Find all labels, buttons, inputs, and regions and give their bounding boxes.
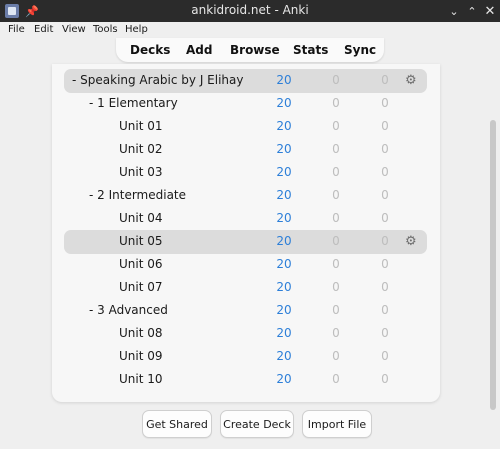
toolbar-stats-button[interactable]: Stats: [293, 43, 328, 57]
deck-name[interactable]: Unit 04: [119, 211, 163, 225]
gear-icon[interactable]: ⚙: [405, 73, 417, 88]
deck-row-unit-07[interactable]: Unit 07 20 0 0: [64, 276, 427, 300]
deck-name[interactable]: Unit 01: [119, 119, 163, 133]
deck-new-count: 0: [332, 119, 340, 133]
deck-due-count: 20: [276, 326, 292, 340]
deck-review-count: 0: [381, 142, 389, 156]
deck-row-intermediate[interactable]: - 2 Intermediate 20 0 0: [64, 184, 427, 208]
deck-due-count: 20: [276, 280, 292, 294]
deck-review-count: 0: [381, 326, 389, 340]
deck-name[interactable]: - 2 Intermediate: [89, 188, 186, 202]
deck-review-count: 0: [381, 165, 389, 179]
deck-row-speaking-arabic[interactable]: - Speaking Arabic by J Elihay 20 0 0 ⚙: [64, 69, 427, 93]
deck-due-count: 20: [276, 119, 292, 133]
deck-row-elementary[interactable]: - 1 Elementary 20 0 0: [64, 92, 427, 116]
deck-due-count: 20: [276, 73, 292, 87]
deck-review-count: 0: [381, 119, 389, 133]
deck-name[interactable]: Unit 06: [119, 257, 163, 271]
deck-row-unit-09[interactable]: Unit 09 20 0 0: [64, 345, 427, 369]
deck-name[interactable]: - 3 Advanced: [89, 303, 168, 317]
toolbar-decks-button[interactable]: Decks: [130, 43, 170, 57]
menu-view[interactable]: View: [62, 24, 86, 35]
scrollbar[interactable]: [488, 64, 498, 449]
gear-icon[interactable]: ⚙: [405, 234, 417, 249]
deck-review-count: 0: [381, 73, 389, 87]
deck-new-count: 0: [332, 303, 340, 317]
deck-row-unit-03[interactable]: Unit 03 20 0 0: [64, 161, 427, 185]
deck-row-unit-05[interactable]: Unit 05 20 0 0 ⚙: [64, 230, 427, 254]
deck-new-count: 0: [332, 280, 340, 294]
title-bar: 📌 ankidroid.net - Anki ⌄ ⌃ ✕: [0, 0, 500, 22]
deck-due-count: 20: [276, 188, 292, 202]
deck-name[interactable]: - 1 Elementary: [89, 96, 178, 110]
menu-bar: File Edit View Tools Help: [0, 22, 500, 39]
deck-new-count: 0: [332, 188, 340, 202]
deck-name[interactable]: - Speaking Arabic by J Elihay: [72, 73, 244, 87]
deck-name[interactable]: Unit 08: [119, 326, 163, 340]
deck-row-unit-04[interactable]: Unit 04 20 0 0: [64, 207, 427, 231]
deck-name[interactable]: Unit 10: [119, 372, 163, 386]
deck-review-count: 0: [381, 211, 389, 225]
deck-due-count: 20: [276, 142, 292, 156]
deck-list: - Speaking Arabic by J Elihay 20 0 0 ⚙ -…: [52, 64, 440, 402]
deck-name[interactable]: Unit 02: [119, 142, 163, 156]
deck-new-count: 0: [332, 326, 340, 340]
deck-new-count: 0: [332, 96, 340, 110]
deck-new-count: 0: [332, 142, 340, 156]
deck-review-count: 0: [381, 188, 389, 202]
deck-due-count: 20: [276, 303, 292, 317]
deck-due-count: 20: [276, 211, 292, 225]
deck-review-count: 0: [381, 234, 389, 248]
deck-due-count: 20: [276, 372, 292, 386]
deck-new-count: 0: [332, 234, 340, 248]
deck-due-count: 20: [276, 349, 292, 363]
deck-due-count: 20: [276, 257, 292, 271]
deck-review-count: 0: [381, 372, 389, 386]
create-deck-button[interactable]: Create Deck: [220, 410, 294, 438]
deck-row-advanced[interactable]: - 3 Advanced 20 0 0: [64, 299, 427, 323]
deck-new-count: 0: [332, 211, 340, 225]
close-icon[interactable]: ✕: [481, 2, 499, 20]
deck-new-count: 0: [332, 73, 340, 87]
deck-row-unit-01[interactable]: Unit 01 20 0 0: [64, 115, 427, 139]
deck-due-count: 20: [276, 96, 292, 110]
toolbar-sync-button[interactable]: Sync: [344, 43, 376, 57]
deck-review-count: 0: [381, 280, 389, 294]
toolbar-add-button[interactable]: Add: [186, 43, 212, 57]
deck-row-unit-10[interactable]: Unit 10 20 0 0: [64, 368, 427, 392]
menu-edit[interactable]: Edit: [34, 24, 53, 35]
menu-help[interactable]: Help: [125, 24, 148, 35]
scrollbar-thumb[interactable]: [490, 120, 496, 410]
deck-review-count: 0: [381, 96, 389, 110]
maximize-icon[interactable]: ⌃: [463, 2, 481, 20]
deck-row-unit-08[interactable]: Unit 08 20 0 0: [64, 322, 427, 346]
deck-new-count: 0: [332, 372, 340, 386]
deck-row-unit-02[interactable]: Unit 02 20 0 0: [64, 138, 427, 162]
deck-name[interactable]: Unit 03: [119, 165, 163, 179]
deck-name[interactable]: Unit 07: [119, 280, 163, 294]
main-toolbar: Decks Add Browse Stats Sync: [116, 38, 384, 62]
deck-row-unit-06[interactable]: Unit 06 20 0 0: [64, 253, 427, 277]
minimize-icon[interactable]: ⌄: [445, 2, 463, 20]
import-file-button[interactable]: Import File: [302, 410, 372, 438]
deck-new-count: 0: [332, 257, 340, 271]
menu-tools[interactable]: Tools: [93, 24, 118, 35]
deck-new-count: 0: [332, 165, 340, 179]
toolbar-browse-button[interactable]: Browse: [230, 43, 280, 57]
deck-name[interactable]: Unit 09: [119, 349, 163, 363]
window-title: ankidroid.net - Anki: [191, 3, 309, 17]
deck-review-count: 0: [381, 303, 389, 317]
deck-due-count: 20: [276, 165, 292, 179]
deck-review-count: 0: [381, 257, 389, 271]
deck-due-count: 20: [276, 234, 292, 248]
get-shared-button[interactable]: Get Shared: [142, 410, 212, 438]
menu-file[interactable]: File: [8, 24, 25, 35]
deck-review-count: 0: [381, 349, 389, 363]
deck-new-count: 0: [332, 349, 340, 363]
deck-name[interactable]: Unit 05: [119, 234, 163, 248]
